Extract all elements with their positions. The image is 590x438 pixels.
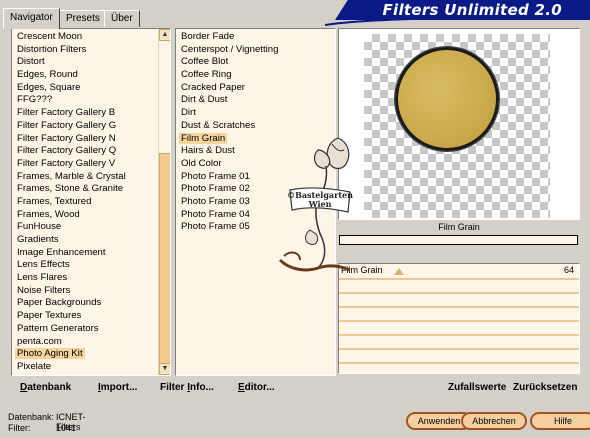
- category-list-panel: Crescent Moon Distortion Filters Distort Ed…: [11, 28, 171, 376]
- category-list-item[interactable]: Filter Factory Gallery G: [12, 120, 170, 133]
- banner-swoosh: [325, 16, 590, 26]
- scroll-down-arrow-icon[interactable]: ▼: [159, 363, 170, 375]
- slider-value: 64: [563, 265, 574, 275]
- scroll-up-arrow-icon[interactable]: ▲: [159, 29, 170, 41]
- category-list-item[interactable]: penta.com: [12, 336, 170, 349]
- slider-row-empty: [339, 320, 579, 334]
- import-button[interactable]: Import...: [98, 382, 137, 393]
- category-list-item[interactable]: Pixelate: [12, 361, 170, 374]
- category-list-item[interactable]: FunHouse: [12, 221, 170, 234]
- category-list-item[interactable]: Distortion Filters: [12, 44, 170, 57]
- cancel-button[interactable]: Abbrechen: [461, 412, 527, 430]
- transparency-checkerboard: [364, 34, 550, 218]
- random-values-button[interactable]: Zufallswerte: [448, 382, 506, 393]
- category-list-item[interactable]: Lens Effects: [12, 259, 170, 272]
- category-list-item[interactable]: Crescent Moon: [12, 31, 170, 44]
- reset-button[interactable]: Zurücksetzen: [513, 382, 577, 393]
- slider-row-empty: [339, 278, 579, 292]
- flower-watermark-image: ©Bastelgarten Wien: [278, 137, 353, 272]
- filter-list-item[interactable]: Centerspot / Vignetting: [176, 44, 335, 57]
- preview-caption: Film Grain: [438, 222, 480, 232]
- slider-panel: Film Grain 64: [338, 263, 580, 374]
- slider-row-empty: [339, 348, 579, 362]
- slider-row-empty: [339, 306, 579, 320]
- filter-list-item[interactable]: Border Fade: [176, 31, 335, 44]
- slider-row-empty: [339, 362, 579, 376]
- category-list-item[interactable]: Filter Factory Gallery N: [12, 133, 170, 146]
- preview-area: [338, 28, 580, 220]
- tab-navigator[interactable]: Navigator: [3, 8, 60, 29]
- datenbank-button[interactable]: Datenbank: [20, 382, 71, 393]
- category-list-item[interactable]: Gradients: [12, 234, 170, 247]
- category-list-item[interactable]: Frames, Stone & Granite: [12, 183, 170, 196]
- filter-info-button[interactable]: Filter Info...: [160, 382, 214, 393]
- category-list-item[interactable]: Filter Factory Gallery V: [12, 158, 170, 171]
- category-list-item[interactable]: Distort: [12, 56, 170, 69]
- category-list[interactable]: Crescent Moon Distortion Filters Distort Ed…: [12, 29, 170, 374]
- filter-list-item[interactable]: Cracked Paper: [176, 82, 335, 95]
- category-list-item[interactable]: Frames, Marble & Crystal: [12, 171, 170, 184]
- category-list-item[interactable]: Image Enhancement: [12, 247, 170, 260]
- filter-list-item[interactable]: Coffee Blot: [176, 56, 335, 69]
- category-list-item[interactable]: Edges, Square: [12, 82, 170, 95]
- category-scrollbar[interactable]: ▲ ▼: [158, 29, 170, 375]
- preview-progress-bar: [339, 235, 578, 245]
- category-list-item[interactable]: Filter Factory Gallery Q: [12, 145, 170, 158]
- slider-row[interactable]: Film Grain 64: [339, 264, 579, 278]
- slider-thumb[interactable]: [394, 268, 405, 275]
- category-list-item[interactable]: Pattern Generators: [12, 323, 170, 336]
- status-database: Datenbank: ICNET-Filters: [8, 412, 86, 432]
- category-list-item[interactable]: Frames, Textured: [12, 196, 170, 209]
- filter-list-item[interactable]: Dirt: [176, 107, 335, 120]
- filter-list-item[interactable]: Coffee Ring: [176, 69, 335, 82]
- category-list-item[interactable]: Noise Filters: [12, 285, 170, 298]
- preview-circle-image: [395, 47, 499, 151]
- category-list-item[interactable]: Edges, Round: [12, 69, 170, 82]
- category-list-item[interactable]: Filter Factory Gallery B: [12, 107, 170, 120]
- status-filter-count: Filter: 1041: [8, 423, 77, 433]
- category-list-item[interactable]: Lens Flares: [12, 272, 170, 285]
- category-list-item[interactable]: Paper Backgrounds: [12, 297, 170, 310]
- slider-row-empty: [339, 334, 579, 348]
- scroll-thumb[interactable]: [159, 153, 170, 365]
- watermark-text-2: Wien: [308, 199, 332, 209]
- tab-presets[interactable]: Presets: [59, 10, 107, 27]
- slider-row-empty: [339, 292, 579, 306]
- tab-ueber[interactable]: Über: [104, 10, 140, 27]
- editor-button[interactable]: Editor...: [238, 382, 275, 393]
- category-list-item[interactable]: Photo Aging Kit: [12, 348, 170, 361]
- category-list-item[interactable]: Paper Textures: [12, 310, 170, 323]
- category-list-item[interactable]: Frames, Wood: [12, 209, 170, 222]
- category-list-item[interactable]: FFG???: [12, 94, 170, 107]
- filter-list-item[interactable]: Dirt & Dust: [176, 94, 335, 107]
- help-button[interactable]: Hilfe: [530, 412, 590, 430]
